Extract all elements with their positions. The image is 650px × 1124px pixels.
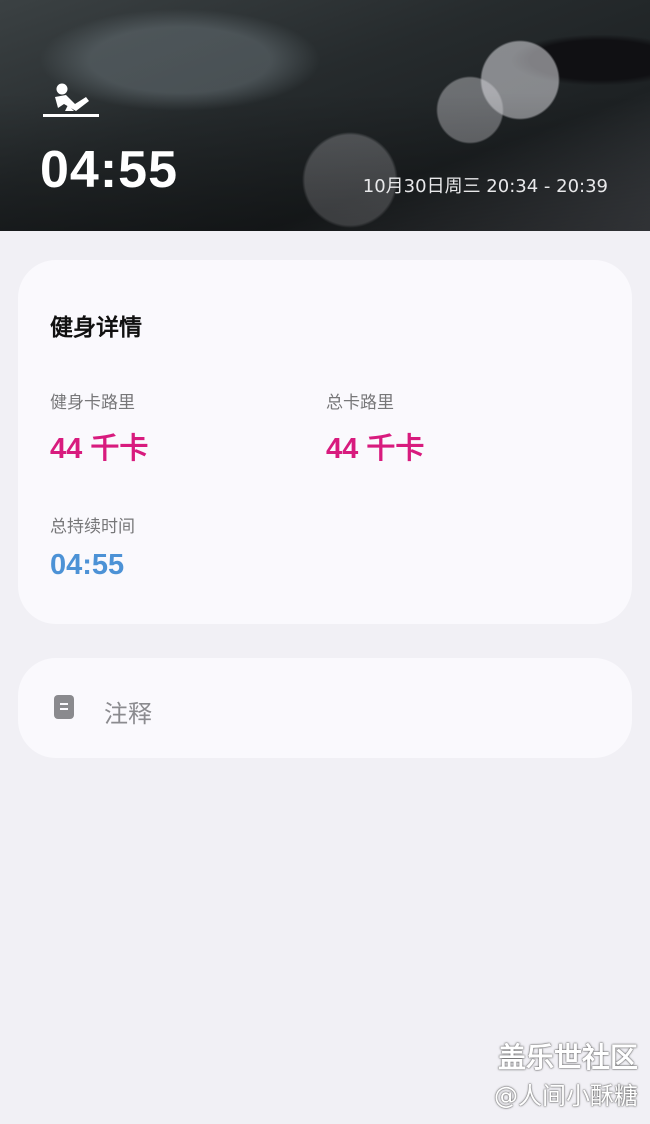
notes-button[interactable]: 注释 bbox=[18, 658, 632, 758]
stat-label: 健身卡路里 bbox=[50, 393, 135, 413]
stat-workout-calories: 健身卡路里 44 千卡 bbox=[50, 388, 148, 467]
workout-details-card: 健身详情 健身卡路里 44 千卡 总卡路里 44 千卡 总持续时间 04:55 bbox=[18, 260, 632, 624]
stat-value: 44 千卡 bbox=[50, 433, 149, 465]
workout-date-range: 10月30日周三 20:34 - 20:39 bbox=[362, 176, 608, 197]
workout-hero-banner: 04:55 10月30日周三 20:34 - 20:39 bbox=[0, 0, 650, 231]
stat-total-calories: 总卡路里 44 千卡 bbox=[326, 388, 424, 467]
stat-value: 44 千卡 bbox=[326, 433, 425, 465]
watermark-title: 盖乐世社区 bbox=[497, 1041, 638, 1074]
workout-detail-page: 04:55 10月30日周三 20:34 - 20:39 健身详情 健身卡路里 … bbox=[0, 0, 650, 1124]
stat-value: 04:55 bbox=[50, 549, 125, 581]
watermark-subtitle: @人间小酥糖 bbox=[494, 1082, 638, 1110]
notes-label: 注释 bbox=[104, 700, 152, 728]
workout-duration: 04:55 bbox=[40, 141, 178, 199]
stat-label: 总卡路里 bbox=[326, 393, 394, 413]
details-title: 健身详情 bbox=[50, 315, 142, 341]
stat-label: 总持续时间 bbox=[50, 517, 135, 537]
situp-exercise-icon bbox=[42, 80, 100, 120]
stat-total-duration: 总持续时间 04:55 bbox=[50, 512, 135, 582]
note-icon bbox=[54, 695, 74, 719]
